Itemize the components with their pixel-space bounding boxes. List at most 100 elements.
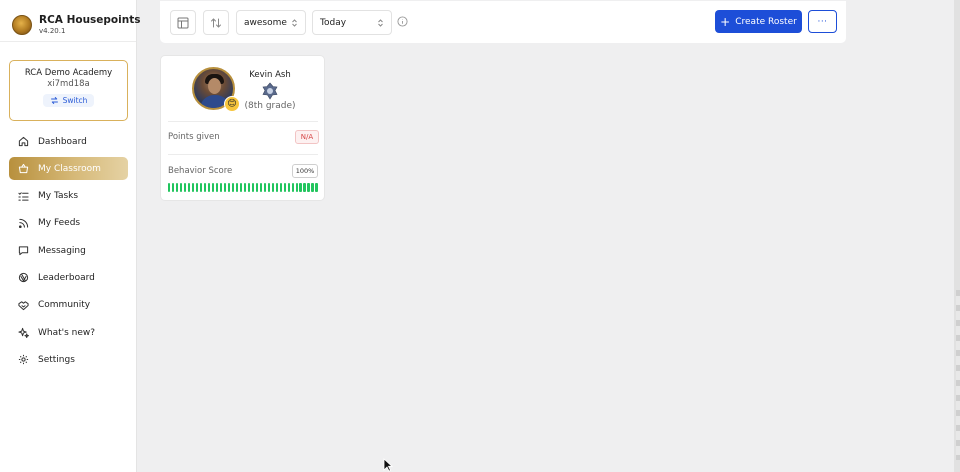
score-segment <box>191 183 195 192</box>
home-icon <box>18 136 29 147</box>
select-chevron-icon <box>378 19 383 27</box>
sidebar-item-settings[interactable]: Settings <box>9 348 128 371</box>
points-given-badge: N/A <box>295 130 319 144</box>
score-segment <box>255 183 259 192</box>
score-segment <box>207 183 211 192</box>
score-segment <box>215 183 219 192</box>
app-logo <box>12 15 32 35</box>
points-given-label: Points given <box>168 132 220 142</box>
score-segment <box>199 183 203 192</box>
more-options-button[interactable]: ··· <box>808 10 837 33</box>
school-card: RCA Demo Academy xi7md18a Switch <box>9 60 128 121</box>
basket-icon <box>18 163 29 174</box>
sidebar-item-label: Messaging <box>38 245 86 256</box>
grade-badge-icon <box>262 82 278 100</box>
sidebar-item-label: My Feeds <box>38 218 81 229</box>
student-grade: (8th grade) <box>244 101 296 111</box>
score-segment <box>303 183 306 192</box>
score-segment <box>315 183 318 192</box>
sidebar-item-my-classroom[interactable]: My Classroom <box>9 157 128 181</box>
switch-school-button[interactable]: Switch <box>42 94 95 107</box>
mood-emoji-icon[interactable]: 😊 <box>224 96 240 112</box>
score-segment <box>311 183 314 192</box>
mouse-cursor-icon <box>383 458 393 472</box>
sidebar-item-my-tasks[interactable]: My Tasks <box>9 185 128 208</box>
score-segment <box>243 183 247 192</box>
sort-icon <box>211 17 221 28</box>
score-segment <box>271 183 275 192</box>
sidebar: RCA Housepoints v4.20.1 RCA Demo Academy… <box>0 0 141 472</box>
app-title: RCA Housepoints <box>39 14 141 26</box>
score-segment <box>291 183 294 192</box>
date-filter-select[interactable]: Today <box>312 10 392 35</box>
rss-icon <box>18 218 29 229</box>
layout-icon <box>177 17 189 28</box>
divider <box>168 154 318 155</box>
create-roster-button[interactable]: + Create Roster <box>715 10 802 33</box>
score-segment <box>168 183 171 192</box>
score-segment <box>171 183 175 192</box>
score-segment <box>251 183 255 192</box>
score-segment <box>203 183 207 192</box>
sort-button[interactable] <box>203 10 229 35</box>
info-icon[interactable] <box>397 16 408 27</box>
sidebar-item-label: What's new? <box>38 327 96 338</box>
behavior-score-label: Behavior Score <box>168 166 233 176</box>
date-filter-value: Today <box>320 17 347 28</box>
sidebar-item-my-feeds[interactable]: My Feeds <box>9 212 128 235</box>
score-segment <box>231 183 235 192</box>
sidebar-item-leaderboard[interactable]: Leaderboard <box>9 266 128 289</box>
score-segment <box>275 183 279 192</box>
switch-icon <box>50 97 58 104</box>
score-segment <box>267 183 271 192</box>
gear-icon <box>18 354 29 365</box>
sidebar-item-dashboard[interactable]: Dashboard <box>9 130 128 153</box>
student-card[interactable]: 😊 Kevin Ash (8th grade) Points given N/A… <box>160 55 325 201</box>
score-segment <box>187 183 191 192</box>
behavior-filter-select[interactable]: awesome <box>236 10 306 35</box>
plus-icon: + <box>720 14 731 29</box>
sidebar-item-whats-new[interactable]: What's new? <box>9 321 128 344</box>
score-segment <box>247 183 251 192</box>
more-options-icon: ··· <box>817 16 828 27</box>
message-icon <box>18 245 29 256</box>
score-segment <box>223 183 227 192</box>
sidebar-item-community[interactable]: Community <box>9 294 128 317</box>
score-segment <box>183 183 187 192</box>
task-list-icon <box>18 191 29 202</box>
sparkles-icon <box>18 327 29 339</box>
score-segment <box>239 183 243 192</box>
school-name: RCA Demo Academy <box>24 68 113 78</box>
score-segment <box>299 183 302 192</box>
behavior-filter-value: awesome <box>244 17 287 28</box>
school-code: xi7md18a <box>47 79 90 89</box>
score-segment <box>227 183 231 192</box>
background-window-edge <box>956 290 960 460</box>
score-segment <box>219 183 223 192</box>
sidebar-item-label: My Classroom <box>38 163 101 174</box>
handshake-icon <box>18 300 29 311</box>
sidebar-item-messaging[interactable]: Messaging <box>9 239 128 262</box>
select-chevron-icon <box>292 19 297 27</box>
score-segment <box>179 183 183 192</box>
student-name: Kevin Ash <box>249 70 291 80</box>
score-segment <box>307 183 310 192</box>
score-segment <box>295 183 298 192</box>
app-version: v4.20.1 <box>39 27 66 35</box>
score-segment <box>287 183 291 192</box>
layout-toggle-button[interactable] <box>170 10 196 35</box>
brand-header: RCA Housepoints v4.20.1 <box>0 0 141 42</box>
sidebar-item-label: Dashboard <box>38 136 87 147</box>
score-segment <box>279 183 283 192</box>
score-segment <box>263 183 267 192</box>
score-segment <box>195 183 199 192</box>
sidebar-item-label: Community <box>38 300 91 311</box>
sidebar-item-label: My Tasks <box>38 191 79 202</box>
score-segment <box>259 183 263 192</box>
create-roster-label: Create Roster <box>735 16 797 27</box>
sidebar-item-label: Leaderboard <box>38 272 95 283</box>
behavior-score-bar <box>168 183 318 192</box>
score-segment <box>175 183 179 192</box>
score-segment <box>283 183 287 192</box>
sidebar-nav: Dashboard My Classroom My Tasks My Feeds… <box>9 130 128 376</box>
